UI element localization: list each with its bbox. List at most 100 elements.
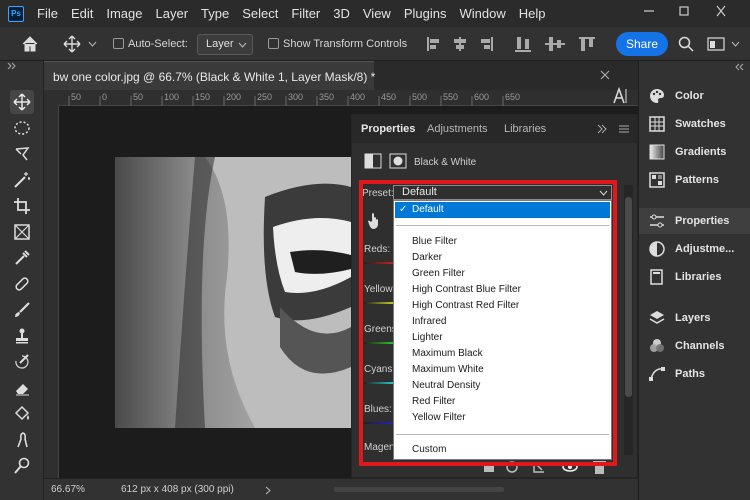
collapse-arrows-icon[interactable] [733, 63, 745, 71]
preset-option[interactable]: Darker [395, 250, 610, 266]
preset-option[interactable]: Blue Filter [395, 234, 610, 250]
horizontal-scrollbar[interactable] [334, 487, 504, 492]
layer-mask-icon[interactable] [389, 153, 407, 169]
dock-item-paths[interactable]: Paths [639, 361, 750, 387]
preset-select[interactable]: Default [393, 185, 612, 200]
minimize-icon[interactable] [640, 4, 658, 18]
side-strip [600, 61, 638, 500]
show-transform-checkbox[interactable] [268, 38, 279, 49]
eraser-tool[interactable] [10, 376, 34, 400]
share-button[interactable]: Share [616, 32, 668, 56]
search-icon[interactable] [678, 36, 694, 52]
preset-option[interactable]: Red Filter [395, 394, 610, 410]
preset-option[interactable]: High Contrast Blue Filter [395, 282, 610, 298]
eyedropper-tool[interactable] [10, 246, 34, 270]
status-bar: 66.67% 612 px x 408 px (300 ppi) [44, 478, 638, 500]
dock-label: Layers [675, 312, 711, 324]
preset-option[interactable]: Maximum Black [395, 346, 610, 362]
crop-tool[interactable] [10, 194, 34, 218]
paint-bucket-tool[interactable] [10, 402, 34, 426]
tab-libraries[interactable]: Libraries [504, 123, 546, 135]
patterns-icon [648, 171, 666, 189]
auto-select-target-select[interactable]: Layer [197, 34, 253, 55]
menu-edit[interactable]: Edit [71, 6, 93, 21]
menu-layer[interactable]: Layer [156, 6, 189, 21]
menu-type[interactable]: Type [201, 6, 229, 21]
properties-icon [648, 212, 666, 230]
menu-plugins[interactable]: Plugins [404, 6, 447, 21]
collapse-arrows-icon[interactable] [6, 62, 18, 70]
tab-adjustments[interactable]: Adjustments [427, 123, 488, 135]
preset-option[interactable]: Infrared [395, 314, 610, 330]
vertical-ruler [44, 106, 59, 478]
align-icons[interactable] [425, 35, 605, 53]
workspace-icon[interactable] [707, 36, 725, 52]
chevron-down-icon[interactable] [731, 40, 740, 48]
home-icon[interactable] [20, 35, 40, 53]
frame-icon [14, 224, 30, 240]
document-image[interactable] [115, 157, 351, 428]
dock-item-libraries[interactable]: Libraries [639, 264, 750, 290]
channels-icon [648, 337, 666, 355]
chevron-down-icon[interactable] [88, 40, 97, 48]
clone-stamp-tool[interactable] [10, 324, 34, 348]
preset-option[interactable]: High Contrast Red Filter [395, 298, 610, 314]
document-info[interactable]: 612 px x 408 px (300 ppi) [121, 484, 234, 495]
swatches-icon [648, 115, 666, 133]
marquee-tool[interactable] [10, 116, 34, 140]
menu-view[interactable]: View [363, 6, 391, 21]
preset-option[interactable]: Neutral Density [395, 378, 610, 394]
dock-item-adjustments[interactable]: Adjustme... [639, 236, 750, 262]
menu-filter[interactable]: Filter [291, 6, 320, 21]
document-tab[interactable]: bw one color.jpg @ 66.7% (Black & White … [44, 61, 375, 90]
auto-select-checkbox[interactable] [113, 38, 124, 49]
ruler-label: 0 [102, 92, 108, 102]
smudge-tool[interactable] [10, 428, 34, 452]
zoom-level[interactable]: 66.67% [51, 484, 85, 495]
healing-brush-tool[interactable] [10, 272, 34, 296]
dock-item-properties[interactable]: Properties [639, 208, 750, 234]
move-tool-options-icon[interactable] [63, 35, 81, 53]
preset-option[interactable]: Green Filter [395, 266, 610, 282]
character-panel-icon[interactable] [612, 87, 628, 105]
preset-option-custom[interactable]: Custom [395, 442, 610, 458]
chevron-right-icon[interactable] [264, 486, 272, 495]
ruler-label: 100 [164, 92, 180, 102]
checkmark-icon: ✓ [399, 204, 408, 215]
maximize-icon[interactable] [675, 4, 693, 18]
menu-select[interactable]: Select [242, 6, 278, 21]
close-icon[interactable] [712, 4, 730, 18]
magic-wand-tool[interactable] [10, 168, 34, 192]
menu-image[interactable]: Image [106, 6, 142, 21]
tab-properties[interactable]: Properties [361, 123, 415, 135]
history-brush-tool[interactable] [10, 350, 34, 374]
ruler-label: 250 [257, 92, 273, 102]
preset-option[interactable]: Maximum White [395, 362, 610, 378]
lasso-tool[interactable] [10, 142, 34, 166]
properties-tab-bar: Properties Adjustments Libraries [352, 115, 637, 143]
menu-file[interactable]: File [37, 6, 58, 21]
menu-3d[interactable]: 3D [333, 6, 350, 21]
dock-item-gradients[interactable]: Gradients [639, 139, 750, 165]
document-tabs: bw one color.jpg @ 66.7% (Black & White … [44, 61, 638, 90]
brush-tool[interactable] [10, 298, 34, 322]
dock-item-swatches[interactable]: Swatches [639, 111, 750, 137]
preset-option[interactable]: Lighter [395, 330, 610, 346]
menu-window[interactable]: Window [459, 6, 505, 21]
show-transform-label: Show Transform Controls [283, 38, 408, 50]
frame-tool[interactable] [10, 220, 34, 244]
preset-option[interactable]: Yellow Filter [395, 410, 610, 426]
dock-item-patterns[interactable]: Patterns [639, 167, 750, 193]
preset-option-default[interactable]: ✓ Default [395, 202, 610, 218]
option-label: Default [412, 204, 444, 215]
horizontal-ruler: 50 0 50 100 150 200 250 300 350 400 450 … [59, 90, 638, 106]
dock-item-color[interactable]: Color [639, 83, 750, 109]
palette-icon [648, 87, 666, 105]
ruler-label: 650 [505, 92, 521, 102]
dock-item-channels[interactable]: Channels [639, 333, 750, 359]
layer-select-value: Layer [206, 38, 234, 50]
menu-help[interactable]: Help [519, 6, 546, 21]
dodge-tool[interactable] [10, 454, 34, 478]
dock-item-layers[interactable]: Layers [639, 305, 750, 331]
move-tool[interactable] [10, 90, 34, 114]
